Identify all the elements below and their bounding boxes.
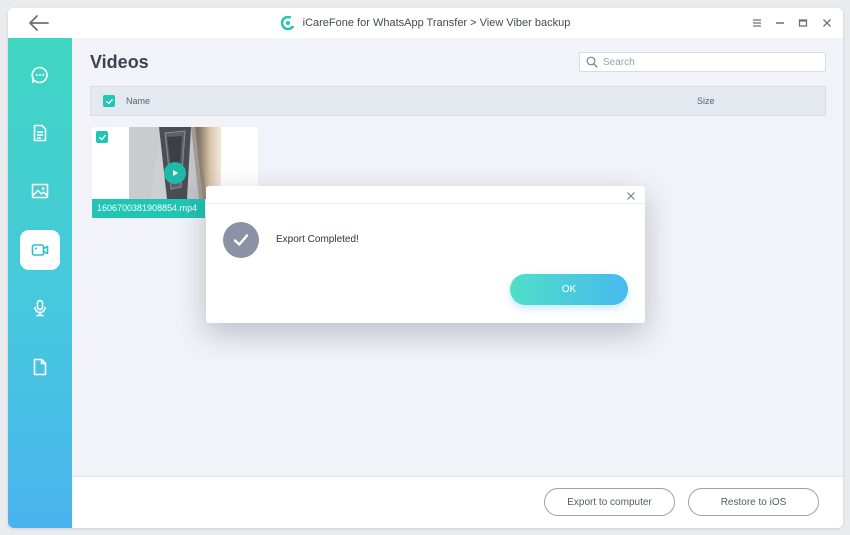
maximize-button[interactable] (795, 15, 811, 31)
dialog-message: Export Completed! (276, 234, 359, 245)
microphone-icon (34, 299, 46, 317)
minimize-button[interactable] (772, 15, 788, 31)
close-icon (627, 192, 635, 200)
sidebar (8, 38, 72, 528)
hamburger-menu-icon (753, 19, 761, 27)
file-icon (33, 358, 47, 376)
image-icon (31, 183, 49, 199)
footer-bar: Export to computer Restore to iOS (72, 476, 843, 528)
checkmark-icon (105, 98, 113, 104)
app-window: iCareFone for WhatsApp Transfer > View V… (8, 8, 843, 528)
video-checkbox[interactable] (96, 131, 108, 143)
play-icon (173, 170, 178, 176)
document-icon (33, 124, 47, 142)
video-camera-icon (31, 244, 49, 256)
app-logo-icon (280, 16, 295, 30)
sidebar-item-videos[interactable] (20, 230, 60, 270)
export-to-computer-button[interactable]: Export to computer (544, 488, 675, 516)
minimize-icon (776, 22, 784, 24)
menu-button[interactable] (749, 15, 765, 31)
table-header: Name Size (90, 86, 826, 116)
search-box[interactable] (579, 52, 826, 72)
restore-to-ios-button[interactable]: Restore to iOS (688, 488, 819, 516)
play-button[interactable] (164, 162, 186, 184)
search-icon (586, 56, 598, 68)
column-header-size[interactable]: Size (697, 96, 715, 106)
checkmark-icon (233, 234, 249, 246)
maximize-icon (798, 19, 808, 27)
title-bar: iCareFone for WhatsApp Transfer > View V… (8, 8, 843, 38)
chat-bubble-icon (31, 66, 48, 84)
dialog-close-button[interactable] (625, 189, 637, 201)
select-all-checkbox[interactable] (103, 95, 115, 107)
export-completed-dialog: Export Completed! OK (206, 186, 645, 323)
sidebar-item-chats[interactable] (20, 55, 60, 95)
close-icon (823, 19, 831, 27)
checkmark-icon (98, 134, 106, 140)
sidebar-item-files[interactable] (20, 347, 60, 387)
dialog-header (206, 186, 645, 204)
success-check-icon (223, 222, 259, 258)
page-title: Videos (90, 52, 149, 72)
sidebar-item-photos[interactable] (20, 171, 60, 211)
window-title: iCareFone for WhatsApp Transfer > View V… (302, 17, 571, 29)
sidebar-item-documents[interactable] (20, 113, 60, 153)
column-header-name[interactable]: Name (126, 96, 150, 106)
ok-button[interactable]: OK (510, 274, 628, 305)
close-window-button[interactable] (819, 15, 835, 31)
video-filename: 1606700381908854.mp4 (92, 199, 205, 218)
title-area: iCareFone for WhatsApp Transfer > View V… (8, 8, 843, 38)
search-input[interactable] (603, 56, 813, 68)
sidebar-item-audio[interactable] (20, 288, 60, 328)
